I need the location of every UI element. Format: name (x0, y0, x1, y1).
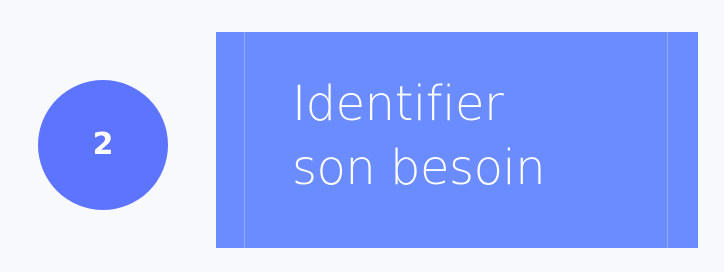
step-title-line-2: son besoin (292, 140, 546, 196)
step-number-badge: 2 (38, 80, 168, 210)
card-left-rule (244, 32, 245, 248)
card-right-rule (667, 32, 668, 248)
step-title-line-1: Identifier (292, 76, 504, 132)
step-card: Identifier son besoin (216, 32, 698, 248)
step-number: 2 (92, 127, 114, 162)
step-title: Identifier son besoin (292, 72, 546, 200)
